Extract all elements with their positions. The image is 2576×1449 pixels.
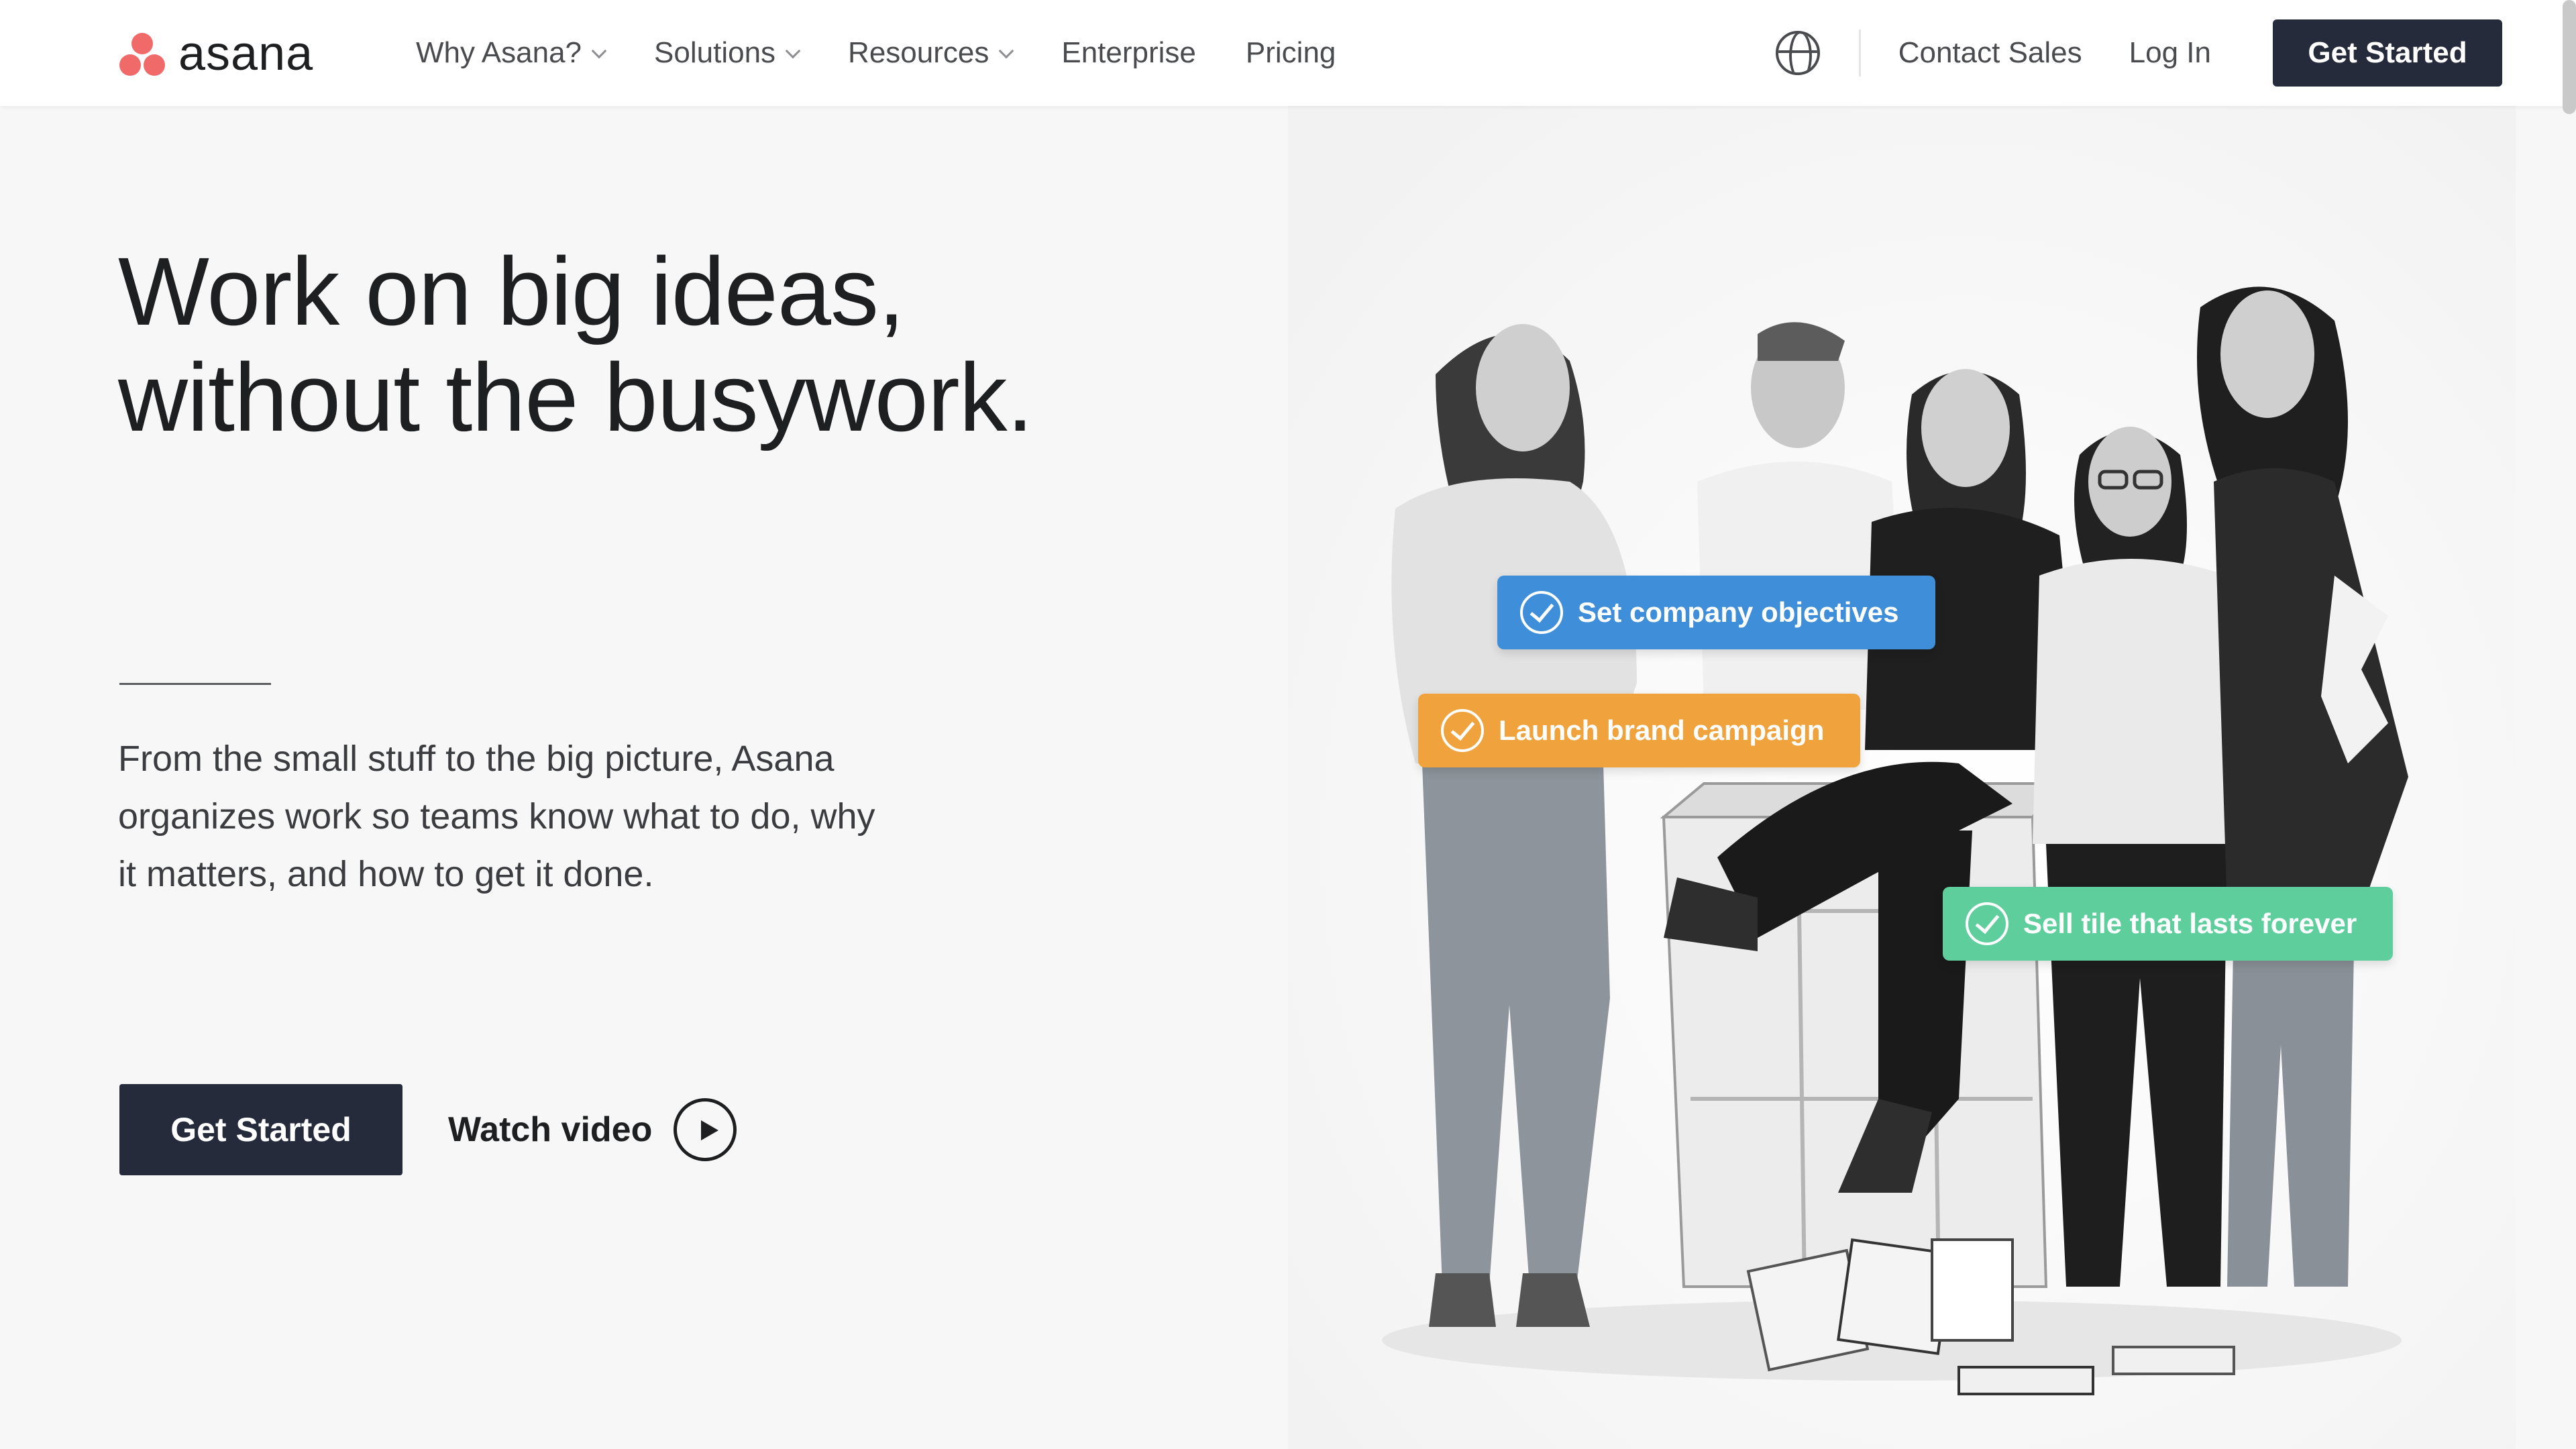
nav-actions: Contact Sales Log In Get Started (1775, 0, 2502, 106)
nav-divider (1858, 30, 1861, 76)
hero-headline-line2: without the busywork. (118, 343, 1034, 451)
nav-why-asana[interactable]: Why Asana? (416, 36, 607, 70)
nav-resources[interactable]: Resources (848, 36, 1014, 70)
check-circle-icon (1441, 709, 1484, 752)
logo-wordmark: asana (178, 27, 314, 80)
headline-divider (119, 683, 271, 685)
hero-headline-line1: Work on big ideas, (118, 237, 905, 345)
hero-image-section: Set company objectives Launch brand camp… (1288, 106, 2516, 1449)
hero-headline: Work on big ideas, without the busywork. (118, 239, 1225, 451)
nav-pricing[interactable]: Pricing (1246, 36, 1336, 70)
nav-get-started-button[interactable]: Get Started (2273, 19, 2502, 87)
chip-set-company-objectives[interactable]: Set company objectives (1497, 576, 1935, 649)
chevron-down-icon (785, 43, 801, 59)
nav-solutions-label: Solutions (654, 36, 776, 69)
log-in-link[interactable]: Log In (2129, 36, 2211, 70)
globe-icon[interactable] (1775, 31, 1820, 75)
contact-sales-link[interactable]: Contact Sales (1898, 36, 2082, 70)
chip-label: Sell tile that lasts forever (2023, 908, 2357, 939)
chip-launch-brand-campaign[interactable]: Launch brand campaign (1418, 694, 1861, 767)
chip-sell-tile[interactable]: Sell tile that lasts forever (1943, 887, 2394, 961)
check-circle-icon (1966, 902, 2008, 945)
nav-resources-label: Resources (848, 36, 989, 69)
play-icon (674, 1098, 737, 1161)
chip-label: Launch brand campaign (1499, 714, 1825, 746)
chip-label: Set company objectives (1578, 596, 1899, 628)
watch-video-label: Watch video (448, 1110, 653, 1149)
asana-logo[interactable]: asana (118, 27, 313, 80)
hero-get-started-button[interactable]: Get Started (119, 1084, 402, 1175)
hero-subtext: From the small stuff to the big picture,… (118, 739, 875, 894)
asana-logo-icon (118, 30, 166, 77)
nav-solutions[interactable]: Solutions (654, 36, 801, 70)
check-circle-icon (1520, 591, 1563, 634)
chevron-down-icon (591, 43, 607, 59)
team-photo (1288, 106, 2516, 1449)
nav-enterprise-label: Enterprise (1061, 36, 1196, 69)
top-nav: asana Why Asana? Solutions Resources Ent… (0, 0, 2576, 106)
scrollbar-thumb[interactable] (2563, 0, 2576, 114)
nav-pricing-label: Pricing (1245, 36, 1336, 69)
nav-enterprise[interactable]: Enterprise (1061, 36, 1196, 70)
primary-nav: Why Asana? Solutions Resources Enterpris… (416, 0, 1385, 106)
hero-text-section: Work on big ideas, without the busywork.… (0, 106, 1288, 1449)
nav-why-asana-label: Why Asana? (416, 36, 582, 69)
watch-video-link[interactable]: Watch video (448, 1084, 737, 1175)
chevron-down-icon (999, 43, 1014, 59)
